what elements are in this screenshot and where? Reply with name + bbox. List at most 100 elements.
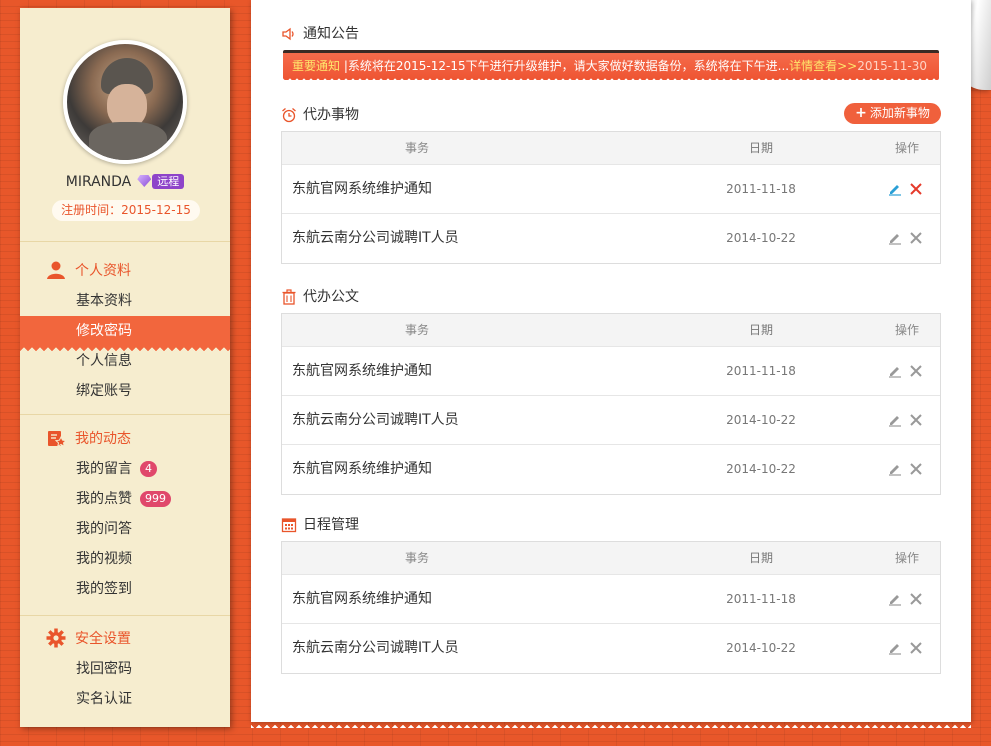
sidebar-item-bind-account[interactable]: 绑定账号 — [20, 376, 230, 406]
documents-table: 事务 日期 操作 东航官网系统维护通知 2011-11-18 东航云南分公司诚聘… — [281, 313, 941, 495]
table-row[interactable]: 东航官网系统维护通知 2011-11-18 — [282, 165, 940, 214]
table-row[interactable]: 东航云南分公司诚聘IT人员 2014-10-22 — [282, 396, 940, 445]
col-op: 操作 — [894, 141, 919, 155]
task-date: 2011-11-18 — [726, 182, 796, 196]
nav-group-activity: 我的动态 我的留言 4 我的点赞 999 我的问答 我的视频 我的签到 — [20, 424, 230, 604]
schedule-table: 事务 日期 操作 东航官网系统维护通知 2011-11-18 东航云南分公司诚聘… — [281, 541, 941, 674]
table-header: 事务 日期 操作 — [282, 542, 940, 575]
username: MIRANDA — [65, 174, 132, 190]
notice-more-link[interactable]: 详情查看>> — [789, 59, 857, 73]
section-title-label: 日程管理 — [303, 517, 359, 533]
section-title-schedule: 日程管理 — [281, 515, 359, 535]
table-header: 事务 日期 操作 — [282, 132, 940, 165]
alarm-clock-icon — [282, 108, 296, 123]
sidebar-item-my-likes[interactable]: 我的点赞 999 — [20, 484, 230, 514]
col-op: 操作 — [894, 323, 919, 337]
sidebar-item-basic-info[interactable]: 基本资料 — [20, 286, 230, 316]
notice-title-label: 通知公告 — [303, 26, 359, 42]
gear-icon — [46, 628, 66, 648]
count-badge: 4 — [140, 461, 157, 477]
divider — [20, 241, 230, 242]
delete-icon[interactable] — [909, 641, 923, 655]
avatar[interactable] — [63, 40, 187, 164]
delete-icon[interactable] — [909, 364, 923, 378]
delete-icon[interactable] — [909, 182, 923, 196]
delete-icon[interactable] — [909, 413, 923, 427]
sidebar-item-my-checkins[interactable]: 我的签到 — [20, 574, 230, 604]
calendar-icon — [281, 518, 297, 533]
task-date: 2014-10-22 — [726, 413, 796, 427]
edit-icon[interactable] — [888, 592, 902, 606]
sidebar-item-change-password[interactable]: 修改密码 — [20, 316, 230, 351]
table-header: 事务 日期 操作 — [282, 314, 940, 347]
section-title-label: 代办事物 — [303, 107, 359, 123]
delete-icon[interactable] — [909, 462, 923, 476]
main-panel: 通知公告 重要通知 |系统将在2015-12-15下午进行升级维护，请大家做好数… — [251, 0, 971, 728]
task-name[interactable]: 东航官网系统维护通知 — [292, 165, 432, 214]
col-task: 事务 — [404, 323, 429, 337]
activity-icon — [48, 431, 66, 448]
section-title-todo: 代办事物 — [281, 105, 359, 125]
add-task-button[interactable]: + 添加新事物 — [844, 103, 941, 124]
sidebar-item-label: 我的留言 — [76, 461, 132, 477]
col-task: 事务 — [404, 141, 429, 155]
task-name[interactable]: 东航官网系统维护通知 — [292, 575, 432, 624]
notice-bar: 重要通知 |系统将在2015-12-15下午进行升级维护，请大家做好数据备份，系… — [283, 50, 939, 80]
task-date: 2011-11-18 — [726, 364, 796, 378]
notice-text[interactable]: 系统将在2015-12-15下午进行升级维护，请大家做好数据备份，系统将在下午进… — [348, 59, 789, 73]
delete-icon[interactable] — [909, 592, 923, 606]
divider — [20, 414, 230, 415]
register-time: 注册时间：2015-12-15 — [52, 200, 200, 221]
sidebar-item-personal-info[interactable]: 个人信息 — [20, 346, 230, 376]
task-name[interactable]: 东航云南分公司诚聘IT人员 — [292, 214, 459, 263]
add-task-label: 添加新事物 — [869, 106, 930, 120]
edit-icon[interactable] — [888, 641, 902, 655]
table-row[interactable]: 东航官网系统维护通知 2011-11-18 — [282, 575, 940, 624]
sidebar-item-my-messages[interactable]: 我的留言 4 — [20, 454, 230, 484]
table-row[interactable]: 东航云南分公司诚聘IT人员 2014-10-22 — [282, 624, 940, 673]
sidebar-item-recover-password[interactable]: 找回密码 — [20, 654, 230, 684]
task-name[interactable]: 东航官网系统维护通知 — [292, 347, 432, 396]
todo-table: 事务 日期 操作 东航官网系统维护通知 2011-11-18 东航云南分公司诚聘… — [281, 131, 941, 264]
level-badge: 远程 — [152, 174, 185, 189]
table-row[interactable]: 东航官网系统维护通知 2014-10-22 — [282, 445, 940, 494]
notice-date: 2015-11-30 — [857, 59, 927, 73]
delete-icon[interactable] — [909, 231, 923, 245]
nav-head-label: 个人资料 — [75, 263, 131, 279]
edit-icon[interactable] — [888, 413, 902, 427]
col-date: 日期 — [748, 551, 773, 565]
task-date: 2014-10-22 — [726, 231, 796, 245]
trash-icon — [282, 289, 296, 305]
table-row[interactable]: 东航官网系统维护通知 2011-11-18 — [282, 347, 940, 396]
nav-head-profile[interactable]: 个人资料 — [20, 256, 230, 286]
edit-icon[interactable] — [888, 462, 902, 476]
user-info: MIRANDA 远程 — [20, 174, 230, 190]
task-name[interactable]: 东航云南分公司诚聘IT人员 — [292, 396, 459, 445]
col-op: 操作 — [894, 551, 919, 565]
nav-head-activity[interactable]: 我的动态 — [20, 424, 230, 454]
task-date: 2014-10-22 — [726, 641, 796, 655]
col-task: 事务 — [404, 551, 429, 565]
sidebar-item-my-qa[interactable]: 我的问答 — [20, 514, 230, 544]
notice-title: 通知公告 — [281, 24, 359, 44]
table-row[interactable]: 东航云南分公司诚聘IT人员 2014-10-22 — [282, 214, 940, 263]
sidebar-item-my-videos[interactable]: 我的视频 — [20, 544, 230, 574]
plus-icon: + — [855, 105, 867, 121]
nav-head-security[interactable]: 安全设置 — [20, 624, 230, 654]
diamond-icon — [137, 175, 152, 187]
col-date: 日期 — [748, 141, 773, 155]
edit-icon[interactable] — [888, 364, 902, 378]
count-badge: 999 — [140, 491, 171, 507]
task-name[interactable]: 东航官网系统维护通知 — [292, 445, 432, 494]
nav-head-label: 安全设置 — [75, 631, 131, 647]
task-date: 2011-11-18 — [726, 592, 796, 606]
task-name[interactable]: 东航云南分公司诚聘IT人员 — [292, 624, 459, 673]
divider — [20, 615, 230, 616]
user-icon — [47, 261, 65, 279]
task-date: 2014-10-22 — [726, 462, 796, 476]
nav-head-label: 我的动态 — [75, 431, 131, 447]
edit-icon[interactable] — [888, 231, 902, 245]
edit-icon[interactable] — [888, 182, 902, 196]
notice-tag: 重要通知 — [292, 59, 341, 73]
sidebar-item-real-name-auth[interactable]: 实名认证 — [20, 684, 230, 714]
